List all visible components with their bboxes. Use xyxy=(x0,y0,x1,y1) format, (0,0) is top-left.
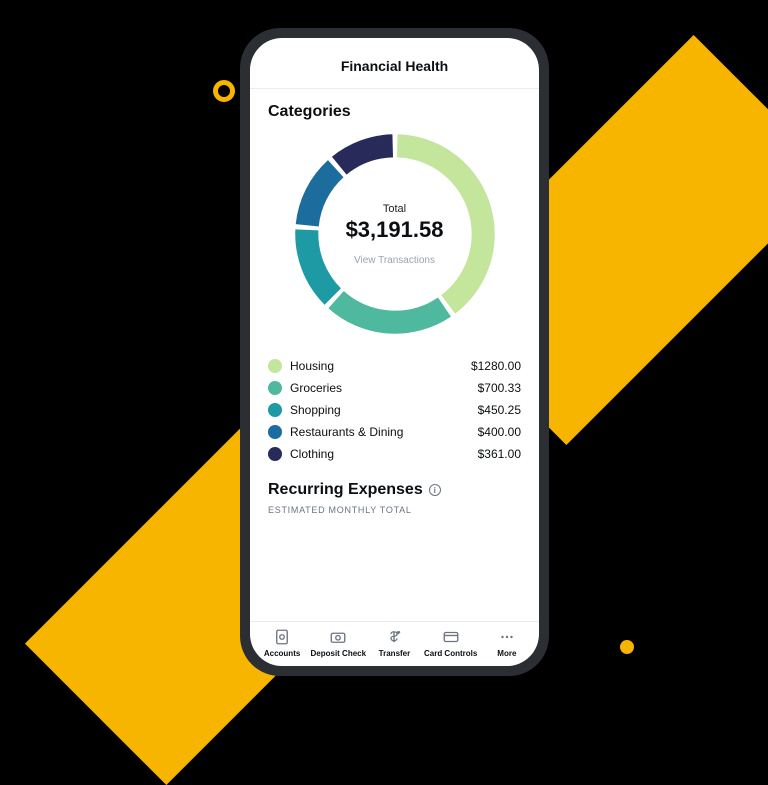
donut-total-label: Total xyxy=(383,203,406,215)
phone-frame: Financial Health Categories Total $3,191… xyxy=(240,28,549,676)
app-screen: Financial Health Categories Total $3,191… xyxy=(250,38,539,666)
legend-label: Restaurants & Dining xyxy=(290,425,478,439)
legend-value: $1280.00 xyxy=(471,359,521,373)
legend-dot-icon xyxy=(268,447,282,461)
recurring-expenses-subtitle: ESTIMATED MONTHLY TOTAL xyxy=(268,505,521,515)
legend-label: Housing xyxy=(290,359,471,373)
tab-label: More xyxy=(497,649,516,658)
legend-row[interactable]: Groceries$700.33 xyxy=(268,377,521,399)
legend-value: $450.25 xyxy=(478,403,521,417)
card-controls-icon xyxy=(442,628,460,646)
tab-deposit-check[interactable]: Deposit Check xyxy=(311,628,366,658)
transfer-icon xyxy=(385,628,403,646)
legend-dot-icon xyxy=(268,359,282,373)
tab-label: Deposit Check xyxy=(311,649,366,658)
view-transactions-link[interactable]: View Transactions xyxy=(354,255,435,266)
tab-label: Card Controls xyxy=(424,649,477,658)
legend-row[interactable]: Housing$1280.00 xyxy=(268,355,521,377)
legend-label: Groceries xyxy=(290,381,478,395)
legend-row[interactable]: Clothing$361.00 xyxy=(268,443,521,465)
legend-value: $361.00 xyxy=(478,447,521,461)
categories-title: Categories xyxy=(268,103,521,121)
categories-donut-chart: Total $3,191.58 View Transactions xyxy=(290,129,500,339)
info-icon[interactable]: i xyxy=(429,484,441,496)
tab-accounts[interactable]: Accounts xyxy=(255,628,310,658)
page-title: Financial Health xyxy=(250,38,539,89)
legend-label: Shopping xyxy=(290,403,478,417)
decorative-dot xyxy=(620,640,634,654)
legend-value: $700.33 xyxy=(478,381,521,395)
legend-dot-icon xyxy=(268,403,282,417)
legend-row[interactable]: Restaurants & Dining$400.00 xyxy=(268,421,521,443)
legend-dot-icon xyxy=(268,381,282,395)
donut-center: Total $3,191.58 View Transactions xyxy=(290,129,500,339)
more-icon xyxy=(498,628,516,646)
deposit-check-icon xyxy=(329,628,347,646)
legend-row[interactable]: Shopping$450.25 xyxy=(268,399,521,421)
legend-value: $400.00 xyxy=(478,425,521,439)
tab-more[interactable]: More xyxy=(479,628,534,658)
categories-legend: Housing$1280.00Groceries$700.33Shopping$… xyxy=(268,355,521,465)
decorative-ring xyxy=(213,80,235,102)
accounts-icon xyxy=(273,628,291,646)
tab-transfer[interactable]: Transfer xyxy=(367,628,422,658)
legend-label: Clothing xyxy=(290,447,478,461)
recurring-expenses-label: Recurring Expenses xyxy=(268,481,423,499)
bottom-tab-bar: Accounts Deposit Check Transfer Card Contro… xyxy=(250,621,539,666)
tab-card-controls[interactable]: Card Controls xyxy=(423,628,478,658)
tab-label: Transfer xyxy=(379,649,411,658)
main-content: Categories Total $3,191.58 View Transact… xyxy=(250,89,539,621)
donut-total-value: $3,191.58 xyxy=(346,217,444,243)
legend-dot-icon xyxy=(268,425,282,439)
tab-label: Accounts xyxy=(264,649,300,658)
recurring-expenses-title: Recurring Expenses i xyxy=(268,481,521,499)
